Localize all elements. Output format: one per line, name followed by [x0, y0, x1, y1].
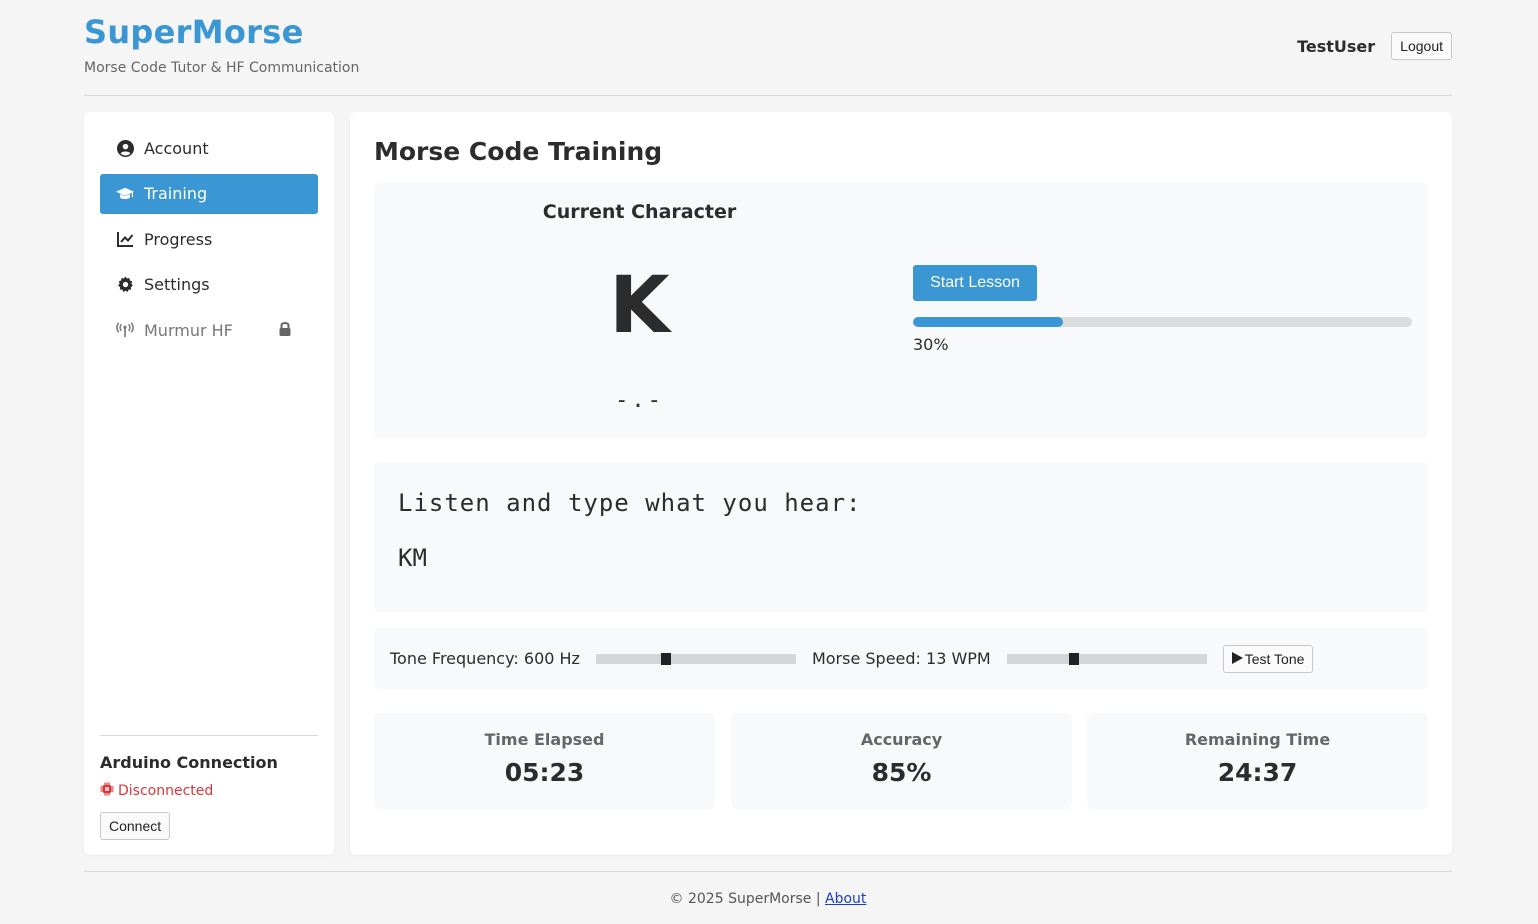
test-tone-button[interactable]: Test Tone	[1222, 644, 1314, 673]
logout-button[interactable]: Logout	[1391, 32, 1452, 60]
gear-icon	[116, 276, 134, 294]
sidebar-item-label: Progress	[144, 229, 213, 249]
stat-label: Remaining Time	[1184, 730, 1331, 749]
answer-input[interactable]: KM	[398, 544, 427, 572]
stat-label: Time Elapsed	[484, 730, 605, 749]
sidebar-item-label: Settings	[144, 275, 210, 294]
start-lesson-button[interactable]: Start Lesson	[913, 265, 1037, 301]
about-link[interactable]: About	[825, 891, 866, 907]
play-icon	[1231, 651, 1243, 667]
stat-value: 85%	[871, 758, 932, 787]
tone-frequency-label: Tone Frequency: 600 Hz	[390, 649, 580, 668]
app-container: SuperMorse Morse Code Tutor & HF Communi…	[84, 0, 1452, 924]
sidebar-item-training[interactable]: Training	[100, 173, 318, 214]
arduino-connection-section: Arduino Connection Disconnected Connect	[100, 735, 318, 840]
line-chart-icon	[116, 230, 134, 248]
antenna-icon	[116, 321, 134, 339]
sidebar: Account Training Progress Settings Murmu…	[84, 112, 334, 855]
stat-value: 24:37	[1217, 758, 1298, 787]
arduino-connection-title: Arduino Connection	[100, 753, 278, 772]
brand-title[interactable]: SuperMorse	[84, 13, 304, 51]
audio-controls-panel: Tone Frequency: 600 Hz Morse Speed: 13 W…	[374, 628, 1428, 689]
sidebar-item-settings[interactable]: Settings	[100, 265, 318, 305]
chip-icon	[100, 782, 114, 800]
morse-speed-label: Morse Speed: 13 WPM	[811, 649, 991, 668]
listen-panel: Listen and type what you hear: KM	[374, 462, 1428, 612]
sidebar-item-progress[interactable]: Progress	[100, 219, 318, 259]
listen-prompt: Listen and type what you hear:	[398, 489, 862, 517]
lesson-progress-bar	[913, 317, 1412, 327]
sidebar-item-label: Murmur HF	[144, 320, 233, 340]
brand-tagline: Morse Code Tutor & HF Communication	[84, 60, 360, 76]
lesson-progress-text: 30%	[913, 335, 949, 354]
sidebar-nav: Account Training Progress Settings Murmu…	[100, 128, 318, 356]
stat-time-elapsed: Time Elapsed 05:23	[374, 713, 715, 809]
stat-value: 05:23	[504, 758, 585, 787]
footer: © 2025 SuperMorse | About	[84, 871, 1452, 924]
sidebar-item-murmur-hf[interactable]: Murmur HF	[100, 310, 318, 350]
connection-status-text: Disconnected	[118, 783, 214, 799]
sidebar-item-account[interactable]: Account	[100, 128, 318, 168]
user-area: TestUser Logout	[1297, 32, 1452, 60]
stat-label: Accuracy	[860, 730, 943, 749]
current-character-label: Current Character	[542, 201, 737, 223]
username: TestUser	[1297, 36, 1376, 56]
lock-icon	[278, 321, 292, 337]
stat-remaining-time: Remaining Time 24:37	[1087, 713, 1428, 809]
slider-thumb[interactable]	[1069, 652, 1080, 665]
connection-status: Disconnected	[100, 782, 318, 800]
sidebar-item-label: Account	[144, 138, 209, 158]
main-content: Morse Code Training Current Character K …	[350, 112, 1452, 855]
connect-button[interactable]: Connect	[100, 812, 171, 840]
graduation-cap-icon	[116, 185, 134, 203]
morse-speed-slider[interactable]	[1006, 652, 1207, 665]
stat-accuracy: Accuracy 85%	[731, 713, 1072, 809]
sidebar-item-label: Training	[144, 184, 208, 203]
morse-code-display: -.-	[615, 388, 664, 413]
header: SuperMorse Morse Code Tutor & HF Communi…	[84, 0, 1452, 96]
test-tone-label: Test Tone	[1244, 650, 1305, 667]
user-circle-icon	[116, 139, 134, 157]
tone-frequency-slider[interactable]	[595, 652, 796, 665]
slider-thumb[interactable]	[660, 652, 671, 665]
footer-copyright: © 2025 SuperMorse |	[669, 891, 821, 907]
lesson-progress-fill	[913, 317, 1063, 327]
page-title: Morse Code Training	[374, 137, 663, 166]
current-character-panel: Current Character K -.- Start Lesson 30%	[374, 183, 1428, 438]
current-character: K	[609, 261, 670, 351]
